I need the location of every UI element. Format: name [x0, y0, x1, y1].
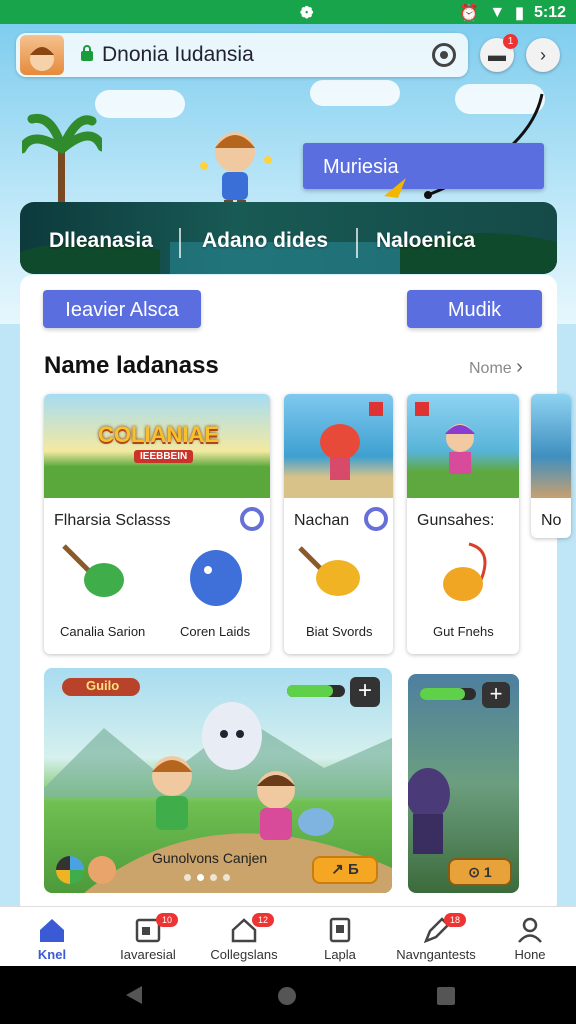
back-icon[interactable]	[124, 984, 144, 1006]
nav-badge: 12	[252, 913, 274, 927]
chevron-right-button[interactable]: ›	[526, 38, 560, 72]
yellow-creature-image	[298, 546, 360, 596]
chevron-right-icon: ›	[516, 356, 523, 378]
nav-badge: 18	[444, 913, 466, 927]
home-icon	[40, 919, 64, 942]
add-button[interactable]: +	[350, 677, 380, 707]
avatar[interactable]	[20, 35, 64, 75]
status-bar: ❁ ⏰ ▼ ▮ 5:12	[0, 0, 576, 24]
person-icon	[518, 917, 542, 943]
game-title: No	[541, 512, 562, 529]
game-title: Gunsahes:	[417, 512, 495, 529]
game-title: Nachan	[294, 512, 350, 529]
add-button[interactable]: +	[482, 682, 510, 708]
alarm-icon: ⏰	[459, 5, 480, 22]
search-bar[interactable]: Dnonia Iudansia	[16, 33, 468, 77]
feature-tile[interactable]: + ⊙ 1	[408, 674, 519, 893]
chart-icon[interactable]	[56, 856, 84, 884]
banner-tab-1[interactable]: Dlleanasia	[49, 229, 153, 253]
game-logo: COLIANIAE	[98, 422, 219, 447]
flag-icon	[415, 402, 429, 416]
chevron-right-icon: ›	[540, 44, 546, 65]
notification-badge: 1	[503, 34, 518, 49]
battery-icon: ▮	[515, 5, 524, 22]
nav-item-navigation[interactable]: 18 Navngantests	[388, 907, 484, 967]
select-radio[interactable]	[240, 507, 264, 531]
creature-caption: Canalia Sarion	[60, 624, 146, 639]
target-icon[interactable]	[432, 43, 456, 67]
wifi-icon: ▼	[489, 4, 506, 21]
filter-chip-left[interactable]: Ieavier Alsca	[43, 290, 201, 328]
play-button[interactable]: ↗ Б	[312, 856, 378, 884]
game-card[interactable]: COLIANIAE IEEBBEIN Flharsia Sclasss Cana…	[44, 394, 270, 654]
sword-icon[interactable]	[88, 856, 116, 884]
green-creature-image	[62, 544, 124, 597]
filter-chip-right[interactable]: Mudik	[407, 290, 542, 328]
nav-item-profile[interactable]: Hone	[482, 907, 576, 967]
progress-bar	[287, 685, 345, 697]
section-title: Name ladanass	[44, 352, 219, 379]
progress-bar	[420, 688, 476, 700]
level-badge: Guilo	[62, 678, 140, 696]
nav-item-colleges[interactable]: 12 Collegslans	[196, 907, 292, 967]
banner-tab-2[interactable]: Adano dides	[202, 229, 328, 253]
notifications-button[interactable]: ▬ 1	[480, 34, 518, 72]
game-card-image	[531, 394, 571, 498]
nav-item-home[interactable]: Knel	[4, 907, 100, 967]
lock-icon	[81, 45, 93, 61]
play-button[interactable]: ⊙ 1	[448, 858, 512, 886]
system-navigation-bar	[0, 966, 576, 1024]
tooltip: Muriesia	[303, 143, 544, 189]
nav-badge: 10	[156, 913, 178, 927]
game-card-image	[407, 394, 519, 498]
game-card[interactable]: Gunsahes: Gut Fnehs	[407, 394, 519, 654]
game-title: Flharsia Sclasss	[54, 512, 171, 529]
creature-caption: Gut Fnehs	[433, 624, 494, 639]
feature-tile[interactable]: Guilo + Gunolvons Canjen ↗ Б	[44, 668, 392, 893]
page-title: Dnonia Iudansia	[102, 43, 254, 66]
select-radio[interactable]	[364, 507, 388, 531]
home-circle-icon[interactable]	[276, 985, 298, 1007]
tab-divider	[356, 228, 358, 258]
see-more-link[interactable]: Nome ›	[469, 356, 523, 379]
nav-item-calendar[interactable]: 10 Iavaresial	[100, 907, 196, 967]
feature-caption: Gunolvons Canjen	[152, 850, 268, 866]
tab-divider	[179, 228, 181, 258]
bottom-navigation: Knel 10 Iavaresial 12 Collegslans Lapla …	[0, 906, 576, 966]
game-card-image	[284, 394, 393, 498]
blue-creature-image	[190, 550, 242, 606]
flag-icon	[369, 402, 383, 416]
carousel-dots[interactable]	[184, 874, 230, 881]
game-card[interactable]: Nachan Biat Svords	[284, 394, 393, 654]
notification-icon: ❁	[300, 5, 314, 22]
nav-item-lapla[interactable]: Lapla	[292, 907, 388, 967]
creature-caption: Biat Svords	[306, 624, 373, 639]
orange-creature-image	[443, 542, 487, 601]
game-card[interactable]: No	[531, 394, 571, 538]
clipboard-icon	[329, 917, 351, 943]
status-time: 5:12	[533, 4, 566, 21]
creature-caption: Coren Laids	[180, 624, 251, 639]
game-card-image: COLIANIAE IEEBBEIN	[44, 394, 270, 498]
category-banner: Dlleanasia Adano dides Naloenica	[20, 202, 557, 274]
cursor-icon	[384, 178, 406, 198]
game-logo-subtitle: IEEBBEIN	[134, 450, 194, 463]
recents-icon[interactable]	[436, 986, 456, 1006]
banner-tab-3[interactable]: Naloenica	[376, 229, 475, 253]
inbox-icon: ▬	[488, 44, 506, 65]
